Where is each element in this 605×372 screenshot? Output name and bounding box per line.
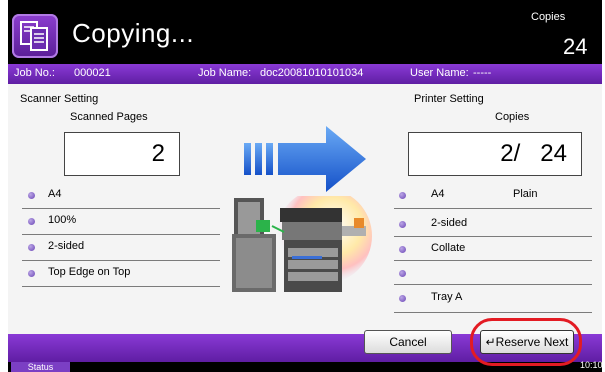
scanner-setting-row: 2-sided <box>28 237 218 261</box>
divider <box>22 208 220 209</box>
bullet-icon <box>28 244 35 251</box>
copies-progress-value: 2/ 24 <box>500 140 567 167</box>
divider <box>22 286 220 287</box>
copy-icon <box>12 14 58 58</box>
scanner-setting-label: Scanner Setting <box>20 93 99 105</box>
printer-setting-text: Collate <box>431 242 466 254</box>
scanner-setting-text: A4 <box>48 188 62 200</box>
scanned-pages-box: 2 <box>64 132 180 176</box>
bullet-icon <box>28 218 35 225</box>
copies-progress-box: 2/ 24 <box>408 132 582 176</box>
status-tab[interactable]: Status <box>11 362 70 372</box>
bullet-icon <box>399 246 406 253</box>
job-detail-panel: Scanner Setting Scanned Pages 2 A4 100% … <box>8 84 602 334</box>
job-info-bar: Job No.: 000021 Job Name: doc20081010101… <box>8 64 602 84</box>
scanned-pages-value: 2 <box>151 140 165 167</box>
highlight-ring <box>470 318 582 366</box>
bullet-icon <box>399 295 406 302</box>
job-name-label: Job Name: <box>198 67 252 79</box>
scanner-setting-text: 2-sided <box>48 240 85 252</box>
clock: 10:10 <box>580 360 603 370</box>
divider <box>22 260 220 261</box>
cancel-button[interactable]: Cancel <box>364 330 452 354</box>
title-bar: Copying... Copies 24 <box>8 8 602 64</box>
bullet-icon <box>28 192 35 199</box>
job-name-value: doc20081010101034 <box>260 67 364 79</box>
scanner-setting-row: 100% <box>28 211 218 235</box>
bullet-icon <box>399 221 406 228</box>
printer-setting-label: Printer Setting <box>414 93 484 105</box>
printer-setting-text: Tray A <box>431 291 463 303</box>
transfer-arrow-icon <box>244 126 366 192</box>
printer-setting-extra: Plain <box>513 188 538 200</box>
printer-setting-text: A4 <box>431 188 445 200</box>
scanner-setting-text: Top Edge on Top <box>48 266 131 278</box>
copies-label: Copies <box>531 11 566 23</box>
user-name-label: User Name: <box>410 67 469 79</box>
screen: Copying... Copies 24 Job No.: 000021 Job… <box>8 0 603 372</box>
printer-setting-row: Tray A <box>399 288 589 312</box>
divider <box>394 208 592 209</box>
job-no-value: 000021 <box>74 67 111 79</box>
divider <box>394 312 592 313</box>
scanner-setting-row: Top Edge on Top <box>28 263 218 287</box>
user-name-value: ----- <box>473 67 492 79</box>
page-title: Copying... <box>72 18 195 48</box>
copier-machine-icon <box>232 196 372 292</box>
printer-setting-row: A4 Plain <box>399 185 589 209</box>
copies-count-label: Copies <box>495 111 530 123</box>
bullet-icon <box>28 270 35 277</box>
printer-setting-row: 2-sided <box>399 214 589 238</box>
job-no-label: Job No.: <box>14 67 55 79</box>
divider <box>394 260 592 261</box>
divider <box>394 284 592 285</box>
scanner-setting-text: 100% <box>48 214 77 226</box>
copies-value: 24 <box>563 34 588 59</box>
scanner-setting-row: A4 <box>28 185 218 209</box>
bullet-icon <box>399 270 406 277</box>
bullet-icon <box>399 192 406 199</box>
printer-setting-text: 2-sided <box>431 217 468 229</box>
divider <box>22 234 220 235</box>
divider <box>394 236 592 237</box>
scanned-pages-label: Scanned Pages <box>70 111 148 123</box>
